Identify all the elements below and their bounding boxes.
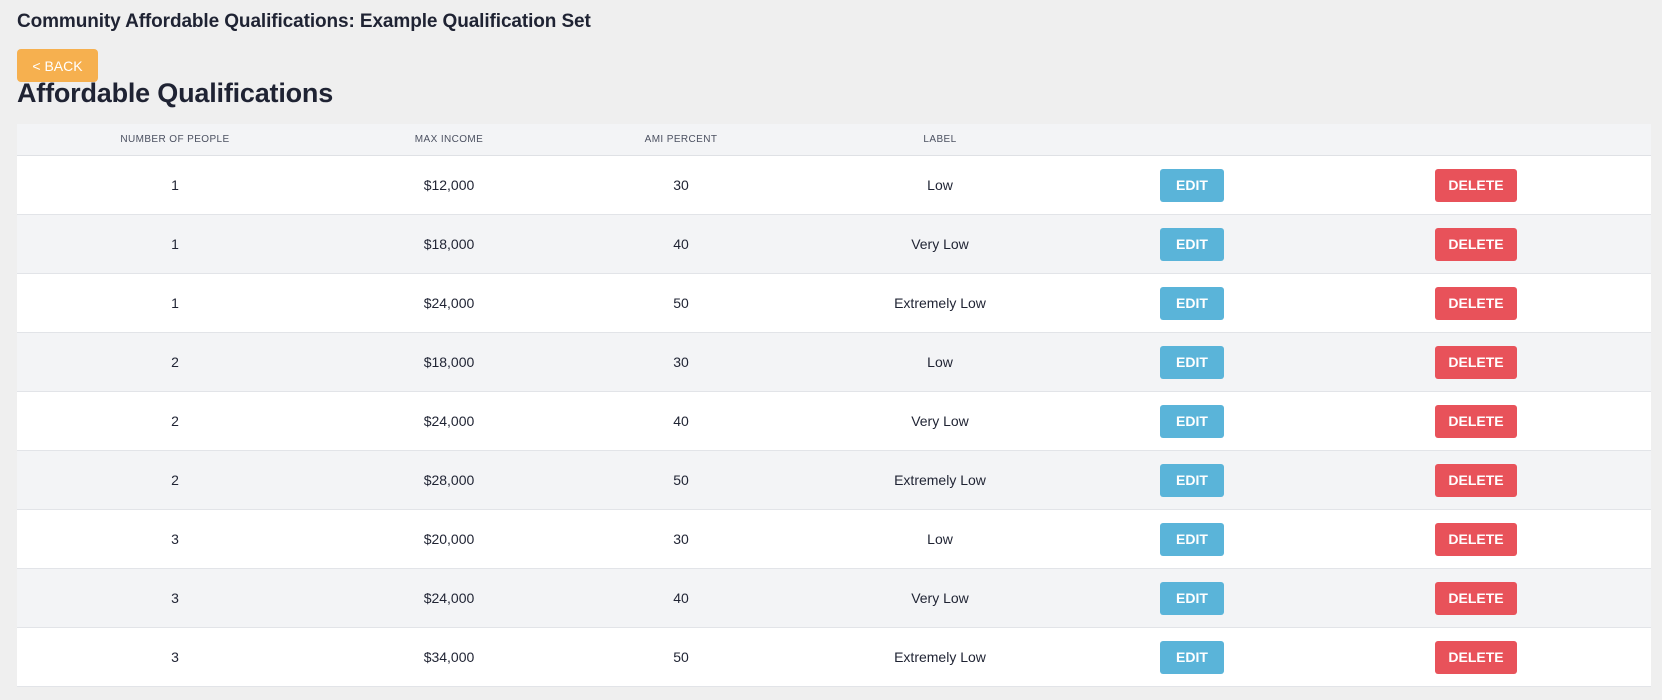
cell-max-income: $24,000: [423, 590, 475, 606]
column-header-number-of-people: NUMBER OF PEOPLE: [120, 134, 230, 145]
cell-delete: DELETE: [1301, 392, 1651, 451]
cell-label: Low: [927, 354, 953, 370]
cell-ami-percent: 30: [673, 531, 689, 547]
cell-label: Low: [927, 177, 953, 193]
cell-max-income: $34,000: [423, 649, 475, 665]
cell-label: Very Low: [911, 413, 969, 429]
delete-button[interactable]: DELETE: [1435, 640, 1517, 674]
edit-button[interactable]: EDIT: [1160, 168, 1224, 202]
delete-button[interactable]: DELETE: [1435, 522, 1517, 556]
table-row: 3 $20,000 30 Low EDIT DELETE: [17, 509, 1651, 569]
table-row: 1 $24,000 50 Extremely Low EDIT DELETE: [17, 273, 1651, 333]
cell-delete: DELETE: [1301, 156, 1651, 215]
cell-max-income: $24,000: [423, 413, 475, 429]
cell-number-of-people: 3: [171, 590, 179, 606]
cell-max-income: $18,000: [423, 236, 475, 252]
cell-ami-percent: 30: [673, 177, 689, 193]
table-header-row: NUMBER OF PEOPLE MAX INCOME AMI PERCENT …: [17, 124, 1651, 156]
table-row: 2 $24,000 40 Very Low EDIT DELETE: [17, 391, 1651, 451]
edit-button[interactable]: EDIT: [1160, 522, 1224, 556]
cell-number-of-people: 2: [171, 354, 179, 370]
cell-edit: EDIT: [1083, 451, 1301, 510]
cell-ami-percent: 50: [673, 649, 689, 665]
edit-button[interactable]: EDIT: [1160, 286, 1224, 320]
cell-max-income: $20,000: [423, 531, 475, 547]
edit-button[interactable]: EDIT: [1160, 227, 1224, 261]
cell-max-income: $24,000: [423, 295, 475, 311]
cell-edit: EDIT: [1083, 392, 1301, 451]
cell-delete: DELETE: [1301, 274, 1651, 333]
table-row: 3 $24,000 40 Very Low EDIT DELETE: [17, 568, 1651, 628]
cell-edit: EDIT: [1083, 215, 1301, 274]
cell-edit: EDIT: [1083, 510, 1301, 569]
edit-button[interactable]: EDIT: [1160, 640, 1224, 674]
cell-ami-percent: 30: [673, 354, 689, 370]
cell-label: Very Low: [911, 590, 969, 606]
column-header-max-income: MAX INCOME: [414, 134, 484, 145]
column-header-edit: [1083, 124, 1301, 156]
cell-label: Extremely Low: [894, 649, 986, 665]
cell-number-of-people: 2: [171, 472, 179, 488]
cell-ami-percent: 40: [673, 590, 689, 606]
cell-label: Low: [927, 531, 953, 547]
cell-max-income: $28,000: [423, 472, 475, 488]
edit-button[interactable]: EDIT: [1160, 581, 1224, 615]
table-row: 3 $34,000 50 Extremely Low EDIT DELETE: [17, 627, 1651, 687]
delete-button[interactable]: DELETE: [1435, 168, 1517, 202]
edit-button[interactable]: EDIT: [1160, 463, 1224, 497]
table-row: 2 $28,000 50 Extremely Low EDIT DELETE: [17, 450, 1651, 510]
cell-ami-percent: 40: [673, 236, 689, 252]
cell-delete: DELETE: [1301, 628, 1651, 687]
qualifications-table: NUMBER OF PEOPLE MAX INCOME AMI PERCENT …: [17, 124, 1651, 687]
delete-button[interactable]: DELETE: [1435, 404, 1517, 438]
cell-delete: DELETE: [1301, 451, 1651, 510]
cell-label: Very Low: [911, 236, 969, 252]
column-header-ami-percent: AMI PERCENT: [644, 134, 718, 145]
cell-edit: EDIT: [1083, 274, 1301, 333]
cell-edit: EDIT: [1083, 333, 1301, 392]
cell-edit: EDIT: [1083, 569, 1301, 628]
cell-ami-percent: 40: [673, 413, 689, 429]
delete-button[interactable]: DELETE: [1435, 286, 1517, 320]
cell-delete: DELETE: [1301, 333, 1651, 392]
cell-delete: DELETE: [1301, 215, 1651, 274]
cell-edit: EDIT: [1083, 628, 1301, 687]
cell-label: Extremely Low: [894, 472, 986, 488]
cell-number-of-people: 3: [171, 649, 179, 665]
edit-button[interactable]: EDIT: [1160, 404, 1224, 438]
delete-button[interactable]: DELETE: [1435, 227, 1517, 261]
edit-button[interactable]: EDIT: [1160, 345, 1224, 379]
table-row: 1 $18,000 40 Very Low EDIT DELETE: [17, 214, 1651, 274]
cell-label: Extremely Low: [894, 295, 986, 311]
cell-number-of-people: 1: [171, 177, 179, 193]
column-header-delete: [1301, 124, 1651, 156]
cell-ami-percent: 50: [673, 295, 689, 311]
cell-max-income: $12,000: [423, 177, 475, 193]
cell-number-of-people: 2: [171, 413, 179, 429]
qualifications-table-container: NUMBER OF PEOPLE MAX INCOME AMI PERCENT …: [17, 124, 1651, 687]
table-row: 1 $12,000 30 Low EDIT DELETE: [17, 155, 1651, 215]
table-header: NUMBER OF PEOPLE MAX INCOME AMI PERCENT …: [17, 124, 1651, 156]
column-header-label: LABEL: [923, 134, 957, 145]
page-title: Community Affordable Qualifications: Exa…: [17, 11, 591, 32]
cell-delete: DELETE: [1301, 510, 1651, 569]
delete-button[interactable]: DELETE: [1435, 581, 1517, 615]
table-body: 1 $12,000 30 Low EDIT DELETE 1 $18,000 40 Very Lo…: [17, 155, 1651, 687]
cell-edit: EDIT: [1083, 156, 1301, 215]
delete-button[interactable]: DELETE: [1435, 463, 1517, 497]
cell-number-of-people: 3: [171, 531, 179, 547]
cell-ami-percent: 50: [673, 472, 689, 488]
section-title: Affordable Qualifications: [17, 78, 334, 108]
cell-number-of-people: 1: [171, 295, 179, 311]
cell-number-of-people: 1: [171, 236, 179, 252]
cell-max-income: $18,000: [423, 354, 475, 370]
table-row: 2 $18,000 30 Low EDIT DELETE: [17, 332, 1651, 392]
cell-delete: DELETE: [1301, 569, 1651, 628]
delete-button[interactable]: DELETE: [1435, 345, 1517, 379]
